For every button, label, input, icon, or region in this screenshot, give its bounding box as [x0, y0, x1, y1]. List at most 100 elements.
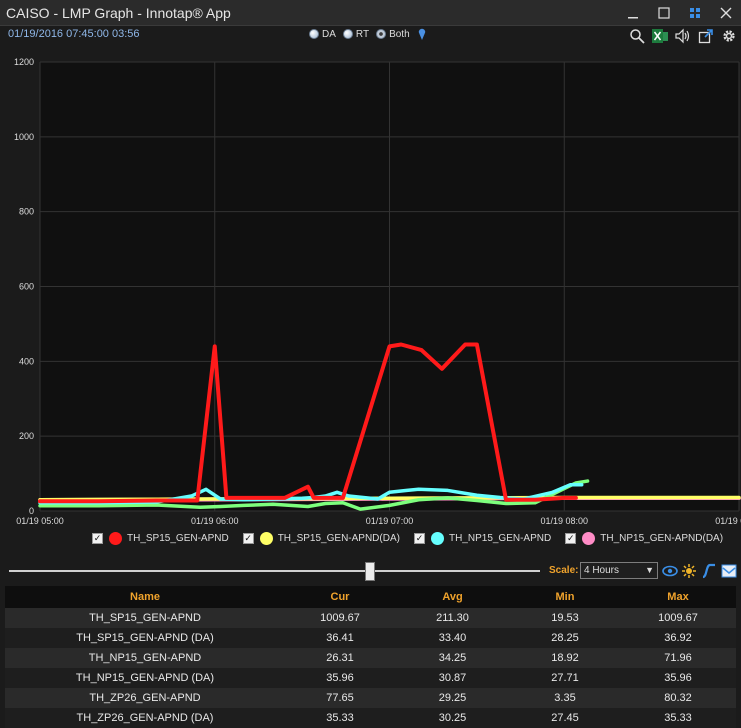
market-radio-group: DA RT Both	[309, 28, 426, 40]
maximize-icon	[657, 6, 670, 19]
x-tick-label: 01/19 06:00	[191, 516, 239, 526]
legend-swatch	[582, 531, 596, 545]
y-tick-label: 1000	[14, 132, 34, 142]
cell-max: 1009.67	[620, 608, 736, 628]
legend-item-sp15-da[interactable]: ✓ TH_SP15_GEN-APND(DA)	[242, 531, 400, 545]
time-slider-track[interactable]	[9, 570, 540, 572]
column-header-max[interactable]: Max	[620, 586, 736, 608]
legend-label: TH_NP15_GEN-APND	[448, 532, 552, 544]
lmp-chart-svg: 0 200 400 600 800 1000 1200 01/19 05:00 01/19 06…	[14, 57, 741, 526]
column-header-min[interactable]: Min	[510, 586, 620, 608]
cell-min: 18.92	[510, 648, 620, 668]
close-button[interactable]	[710, 0, 741, 25]
table-row[interactable]: TH_NP15_GEN-APND (DA) 35.96 30.87 27.71 …	[5, 668, 736, 688]
window-controls	[617, 0, 741, 25]
mail-icon[interactable]	[721, 563, 737, 579]
scale-label: Scale:	[549, 565, 579, 576]
y-tick-label: 600	[19, 282, 34, 292]
legend-checkbox[interactable]: ✓	[242, 532, 254, 544]
excel-export-icon	[652, 29, 668, 43]
cell-max: 35.33	[620, 708, 736, 728]
radio-da[interactable]	[309, 29, 319, 39]
location-pin-icon[interactable]	[418, 28, 426, 40]
legend-label: TH_NP15_GEN-APND(DA)	[600, 532, 724, 544]
chart-legend: ✓ TH_SP15_GEN-APND ✓ TH_SP15_GEN-APND(DA…	[92, 530, 741, 546]
cell-avg: 30.25	[395, 708, 510, 728]
time-slider-bar: Scale: 4 Hours ▼	[0, 560, 741, 582]
excel-export-button[interactable]	[650, 27, 670, 45]
legend-item-np15-da[interactable]: ✓ TH_NP15_GEN-APND(DA)	[565, 531, 724, 545]
toolbar: 01/19/2016 07:45:00 03:56 DA RT Both	[0, 26, 741, 46]
cell-max: 80.32	[620, 688, 736, 708]
column-header-name[interactable]: Name	[5, 586, 285, 608]
legend-checkbox[interactable]: ✓	[565, 532, 577, 544]
y-tick-label: 400	[19, 356, 34, 366]
cell-min: 27.71	[510, 668, 620, 688]
cell-max: 36.92	[620, 628, 736, 648]
legend-checkbox[interactable]: ✓	[92, 532, 103, 544]
legend-item-sp15[interactable]: ✓ TH_SP15_GEN-APND	[92, 531, 229, 545]
cell-name: TH_NP15_GEN-APND (DA)	[5, 668, 285, 688]
chevron-down-icon: ▼	[645, 565, 654, 575]
minimize-button[interactable]	[617, 0, 648, 25]
radio-rt[interactable]	[342, 29, 353, 39]
cell-cur: 77.65	[285, 688, 395, 708]
table-row[interactable]: TH_ZP26_GEN-APND (DA) 35.33 30.25 27.45 …	[5, 708, 736, 728]
cell-avg: 34.25	[395, 648, 510, 668]
datetime-readout: 01/19/2016 07:45:00 03:56	[8, 28, 140, 40]
legend-swatch	[259, 531, 273, 545]
sun-icon[interactable]	[681, 563, 697, 579]
search-button[interactable]	[627, 27, 647, 45]
cell-min: 3.35	[510, 688, 620, 708]
close-icon	[720, 7, 731, 18]
scale-select[interactable]: 4 Hours ▼	[580, 562, 658, 579]
cell-name: TH_ZP26_GEN-APND (DA)	[5, 708, 285, 728]
cell-name: TH_SP15_GEN-APND (DA)	[5, 628, 285, 648]
cell-name: TH_NP15_GEN-APND	[5, 648, 285, 668]
minimize-icon	[627, 16, 638, 18]
cell-name: TH_SP15_GEN-APND	[5, 608, 285, 628]
sound-button[interactable]	[673, 27, 693, 45]
x-tick-label: 01/19 09:00	[715, 516, 741, 526]
settings-button[interactable]	[719, 27, 739, 45]
search-icon	[630, 29, 645, 44]
cell-max: 71.96	[620, 648, 736, 668]
lmp-chart: 0 200 400 600 800 1000 1200 01/19 05:00 01/19 06…	[0, 48, 741, 558]
table-row[interactable]: TH_ZP26_GEN-APND 77.65 29.25 3.35 80.32	[5, 688, 736, 708]
cell-avg: 29.25	[395, 688, 510, 708]
radio-both[interactable]	[376, 29, 387, 39]
cell-cur: 26.31	[285, 648, 395, 668]
column-header-avg[interactable]: Avg	[395, 586, 510, 608]
window-title: CAISO - LMP Graph - Innotap® App	[6, 4, 231, 21]
legend-checkbox[interactable]: ✓	[413, 532, 425, 544]
legend-label: TH_SP15_GEN-APND(DA)	[277, 532, 400, 544]
radio-rt-label: RT	[355, 28, 370, 40]
time-slider-thumb[interactable]	[365, 562, 376, 581]
cell-avg: 33.40	[395, 628, 510, 648]
toolbar-icons	[624, 27, 739, 45]
legend-swatch	[430, 531, 444, 545]
popout-icon	[698, 29, 713, 44]
cell-avg: 211.30	[395, 608, 510, 628]
legend-label: TH_SP15_GEN-APND	[127, 532, 229, 544]
curve-icon[interactable]	[701, 563, 717, 579]
scale-select-value: 4 Hours	[584, 565, 620, 576]
column-header-cur[interactable]: Cur	[285, 586, 395, 608]
maximize-button[interactable]	[648, 0, 679, 25]
eye-icon[interactable]	[662, 563, 678, 579]
legend-swatch	[109, 531, 122, 545]
radio-da-label: DA	[322, 28, 336, 40]
popout-button[interactable]	[696, 27, 716, 45]
gear-icon	[723, 30, 735, 42]
radio-both-label: Both	[389, 28, 410, 40]
table-row[interactable]: TH_SP15_GEN-APND (DA) 36.41 33.40 28.25 …	[5, 628, 736, 648]
legend-item-np15[interactable]: ✓ TH_NP15_GEN-APND	[413, 531, 552, 545]
table-row[interactable]: TH_NP15_GEN-APND 26.31 34.25 18.92 71.96	[5, 648, 736, 668]
y-tick-label: 1200	[14, 57, 34, 67]
tile-button[interactable]	[679, 0, 710, 25]
x-tick-label: 01/19 08:00	[540, 516, 588, 526]
y-tick-label: 0	[29, 506, 34, 516]
cell-min: 19.53	[510, 608, 620, 628]
table-row[interactable]: TH_SP15_GEN-APND 1009.67 211.30 19.53 10…	[5, 608, 736, 628]
cell-name: TH_ZP26_GEN-APND	[5, 688, 285, 708]
